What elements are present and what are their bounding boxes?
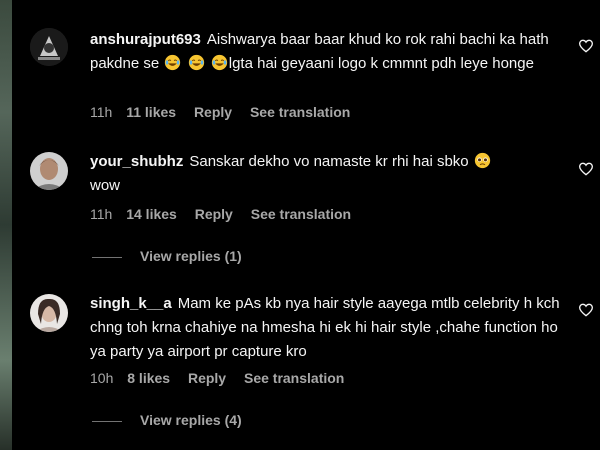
comment-timestamp[interactable]: 11h (90, 104, 112, 120)
comment-text: anshurajput693 Aishwarya baar baar khud k… (90, 28, 560, 76)
pleading-emoji-icon (474, 152, 490, 169)
background-image-strip (0, 0, 12, 450)
replies-divider (92, 256, 122, 258)
view-replies-button[interactable]: View replies (1) (92, 248, 242, 264)
view-replies-button[interactable]: View replies (4) (92, 412, 242, 428)
heart-outline-icon[interactable] (578, 161, 594, 177)
comment-username[interactable]: anshurajput693 (90, 31, 201, 48)
reply-button[interactable]: Reply (195, 206, 233, 222)
laugh-emoji-icon (211, 54, 227, 71)
likes-count[interactable]: 14 likes (126, 206, 177, 222)
laugh-emoji-icon (188, 54, 204, 71)
avatar[interactable] (30, 28, 68, 66)
see-translation-button[interactable]: See translation (251, 206, 351, 222)
view-replies-label[interactable]: View replies (1) (140, 248, 242, 264)
comment-text: singh_k__a Mam ke pAs kb nya hair style a… (90, 292, 560, 364)
replies-divider (92, 420, 122, 422)
comment-body: Sanskar dekho vo namaste kr rhi hai sbko (189, 153, 469, 170)
heart-outline-icon[interactable] (578, 302, 594, 318)
comment-username[interactable]: singh_k__a (90, 295, 172, 312)
heart-outline-icon[interactable] (578, 38, 594, 54)
comment-meta: 11h 11 likes Reply See translation (90, 104, 364, 120)
comment-timestamp[interactable]: 10h (90, 370, 113, 386)
comment-body-continued: lgta hai geyaani logo k cmmnt pdh leye h… (228, 55, 534, 72)
see-translation-button[interactable]: See translation (250, 104, 350, 120)
view-replies-label[interactable]: View replies (4) (140, 412, 242, 428)
likes-count[interactable]: 8 likes (127, 370, 170, 386)
laugh-emoji-icon (165, 54, 181, 71)
comment-text: your_shubhz Sanskar dekho vo namaste kr r… (90, 150, 560, 198)
reply-button[interactable]: Reply (188, 370, 226, 386)
see-translation-button[interactable]: See translation (244, 370, 344, 386)
comment-timestamp[interactable]: 11h (90, 206, 112, 222)
likes-count[interactable]: 11 likes (126, 104, 176, 120)
avatar[interactable] (30, 294, 68, 332)
comment-meta: 10h 8 likes Reply See translation (90, 370, 358, 386)
comment-username[interactable]: your_shubhz (90, 153, 183, 170)
comment-body-end: wow (90, 177, 121, 194)
reply-button[interactable]: Reply (194, 104, 232, 120)
avatar[interactable] (30, 152, 68, 190)
comment-meta: 11h 14 likes Reply See translation (90, 206, 365, 222)
